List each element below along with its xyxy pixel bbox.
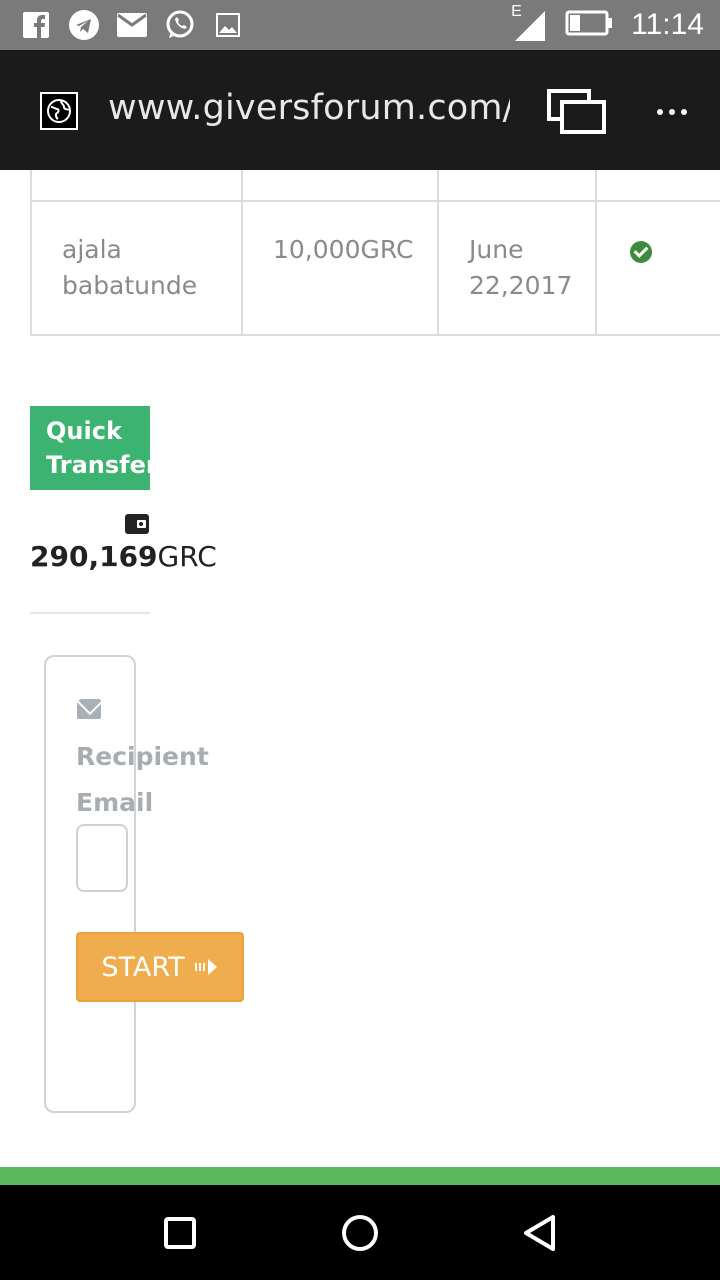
- whatsapp-icon: [164, 9, 196, 41]
- cell-status: [595, 202, 720, 336]
- home-circle-icon[interactable]: [336, 1209, 384, 1257]
- cell-amount: 10,000GRC: [241, 202, 437, 336]
- facebook-icon: [20, 9, 52, 41]
- balance-value: 290,169: [30, 540, 158, 573]
- status-bar: E 11:14: [0, 0, 720, 50]
- site-globe-icon[interactable]: [40, 92, 78, 130]
- signal-icon: E: [511, 3, 547, 43]
- balance: 290,169GRC: [30, 540, 217, 573]
- quick-transfer-badge: Quick Transfer: [30, 406, 158, 490]
- browser-toolbar: www.giversforum.com/o: [0, 50, 720, 170]
- telegram-icon: [68, 9, 100, 41]
- url-bar[interactable]: www.giversforum.com/o: [108, 88, 510, 134]
- check-circle-icon: [630, 241, 652, 263]
- tabs-switcher-icon[interactable]: [546, 88, 608, 134]
- balance-unit: GRC: [157, 540, 217, 573]
- recipient-email-label: Recipient Email: [76, 742, 209, 817]
- recents-square-icon[interactable]: [156, 1209, 204, 1257]
- envelope-icon: [77, 699, 101, 719]
- wallet-icon: [125, 514, 149, 534]
- recipient-email-input[interactable]: [76, 824, 128, 892]
- overflow-menu-icon[interactable]: [652, 92, 692, 132]
- clock: 11:14: [631, 8, 704, 41]
- arrow-right-icon: [194, 959, 217, 975]
- back-triangle-icon[interactable]: [516, 1209, 564, 1257]
- start-button-label: START: [101, 951, 185, 983]
- start-button[interactable]: START: [76, 932, 244, 1002]
- table-row-header-partial: [30, 170, 720, 202]
- cell-name: ajala babatunde: [30, 202, 241, 336]
- gallery-icon: [212, 9, 244, 41]
- divider: [30, 612, 150, 614]
- battery-icon: [565, 10, 613, 41]
- donations-table: ajala babatunde 10,000GRC June 22,2017: [30, 170, 720, 336]
- cell-date: June 22,2017: [437, 202, 595, 336]
- footer-band: [0, 1167, 720, 1185]
- table-row: ajala babatunde 10,000GRC June 22,2017: [30, 202, 720, 336]
- android-nav-bar: [0, 1185, 720, 1280]
- mail-icon: [116, 9, 148, 41]
